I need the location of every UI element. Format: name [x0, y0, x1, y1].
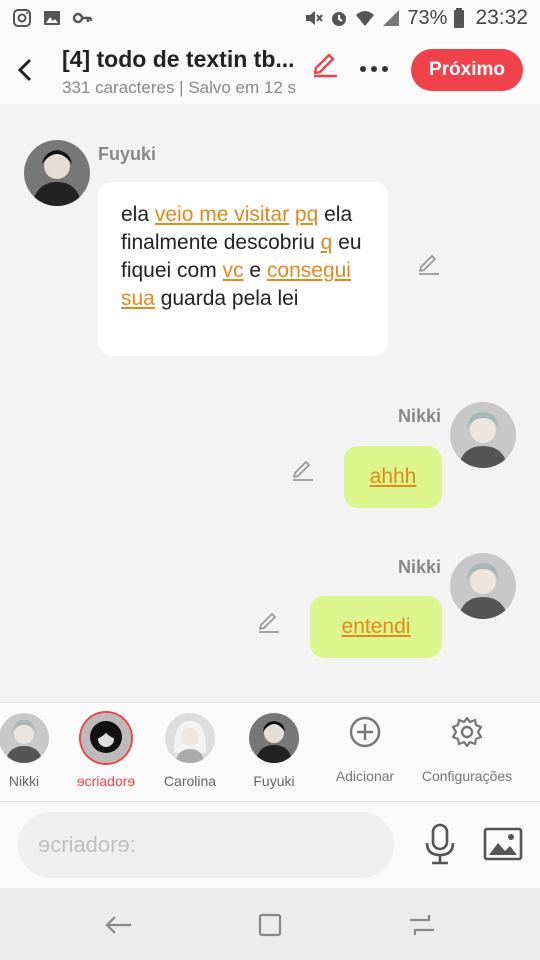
- avatar: [249, 713, 299, 763]
- character-criadore[interactable]: ɘcriadorɘ: [66, 713, 146, 789]
- chevron-left-icon: [17, 58, 32, 82]
- avatar: [165, 713, 215, 763]
- message-link-text: q: [320, 231, 333, 254]
- settings-button[interactable]: Configurações: [418, 715, 516, 784]
- message-text: guarda pela lei: [154, 287, 299, 310]
- nav-recents-button[interactable]: [402, 908, 442, 942]
- key-icon: [72, 12, 92, 24]
- recents-icon: [410, 915, 434, 935]
- page-title: [4] todo de textin tb...: [62, 46, 295, 72]
- nav-back-button[interactable]: [98, 908, 138, 942]
- avatar-nikki[interactable]: [450, 553, 516, 619]
- message-input[interactable]: [18, 812, 394, 878]
- character-nikki[interactable]: Nikki: [0, 713, 64, 789]
- arrow-left-icon: [105, 916, 131, 934]
- battery-icon: [454, 8, 465, 28]
- character-label: Fuyuki: [253, 773, 295, 789]
- message-text: ela: [121, 203, 155, 226]
- character-label: ɘcriadorɘ: [76, 773, 136, 789]
- microphone-button[interactable]: [420, 822, 460, 866]
- pencil-icon: [293, 461, 313, 481]
- gallery-icon: [44, 11, 60, 25]
- signal-icon: [383, 10, 400, 26]
- back-button[interactable]: [10, 50, 40, 90]
- sender-name: Nikki: [398, 406, 442, 426]
- edit-title-button[interactable]: [310, 48, 340, 78]
- character-label: Carolina: [163, 773, 217, 789]
- input-bar: [0, 802, 540, 888]
- page-subtitle: 331 caracteres | Salvo em 12 s: [62, 78, 297, 97]
- more-options-button[interactable]: [354, 54, 394, 84]
- character-carolina[interactable]: Carolina: [150, 713, 230, 789]
- add-label: Adicionar: [335, 768, 395, 784]
- mute-icon: [306, 11, 324, 25]
- edit-message-button[interactable]: [256, 608, 282, 634]
- avatar-fuyuki[interactable]: [24, 140, 90, 206]
- message-bubble[interactable]: entendi: [310, 596, 442, 658]
- message-bubble[interactable]: ahhh: [344, 446, 442, 508]
- add-character-button[interactable]: Adicionar: [330, 715, 400, 784]
- message-link-text: pq: [294, 203, 319, 226]
- character-label: Nikki: [8, 773, 40, 789]
- edit-message-button[interactable]: [290, 456, 316, 482]
- message-text: entendi: [341, 615, 411, 638]
- message-link-text: veio me visitar: [154, 203, 290, 226]
- gear-icon: [451, 716, 483, 748]
- image-button[interactable]: [482, 824, 524, 864]
- avatar-nikki[interactable]: [450, 402, 516, 468]
- microphone-icon: [425, 823, 455, 865]
- alarm-icon: [332, 12, 347, 26]
- status-bar: 73% 23:32: [0, 0, 540, 36]
- edit-message-button[interactable]: [416, 250, 442, 276]
- next-button[interactable]: Próximo: [411, 49, 523, 91]
- avatar: [81, 713, 131, 763]
- pencil-icon: [313, 53, 337, 78]
- pencil-icon: [419, 255, 439, 275]
- message-bubble[interactable]: ela veio me visitar pq ela finalmente de…: [98, 182, 388, 356]
- sender-name: Fuyuki: [98, 144, 157, 164]
- image-icon: [483, 827, 523, 861]
- battery-percent: 73%: [407, 6, 448, 29]
- system-nav-bar: [0, 888, 540, 960]
- plus-circle-icon: [349, 716, 381, 748]
- square-icon: [258, 913, 282, 937]
- pencil-icon: [259, 613, 279, 633]
- message-link-text: vc: [222, 259, 244, 282]
- character-bar: Nikki ɘcriadorɘ Carolina Fuyuki Adiciona…: [0, 702, 540, 802]
- nav-home-button[interactable]: [250, 908, 290, 942]
- chat-area: Fuyuki ela veio me visitar pq ela finalm…: [0, 104, 540, 702]
- message-text: e: [243, 259, 267, 282]
- avatar: [0, 713, 49, 763]
- instagram-icon: [13, 9, 31, 27]
- clock: 23:32: [475, 6, 528, 29]
- header: [4] todo de textin tb... 331 caracteres …: [0, 36, 540, 104]
- sender-name: Nikki: [398, 557, 442, 577]
- wifi-icon: [356, 11, 375, 26]
- message-text: ahhh: [369, 465, 417, 488]
- settings-label: Configurações: [421, 768, 513, 784]
- character-fuyuki[interactable]: Fuyuki: [234, 713, 314, 789]
